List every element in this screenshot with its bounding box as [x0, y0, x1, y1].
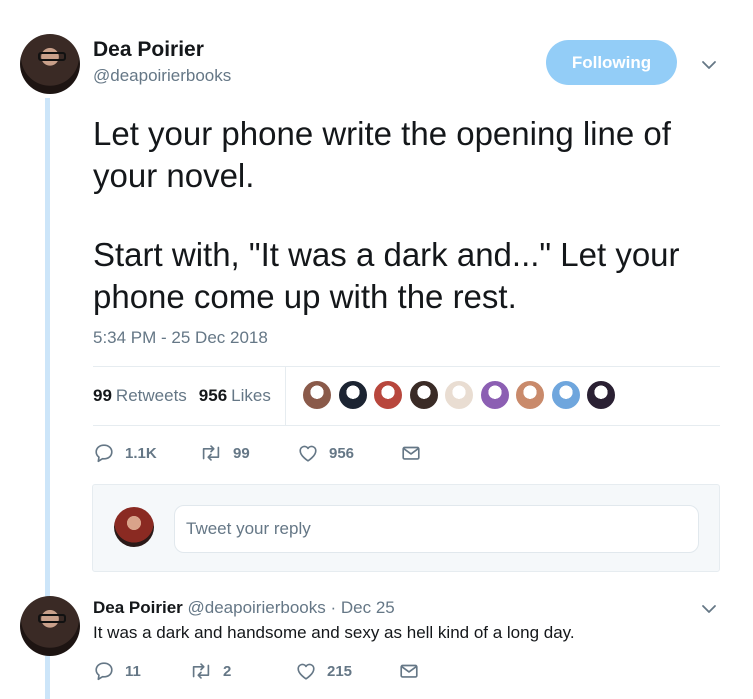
liker-avatar[interactable] [302, 380, 332, 410]
reply-author-handle[interactable]: @deapoirierbooks [188, 598, 326, 617]
chevron-down-icon[interactable] [700, 600, 718, 618]
liker-avatar[interactable] [550, 380, 581, 410]
tweet-timestamp[interactable]: 5:34 PM - 25 Dec 2018 [93, 328, 268, 348]
retweet-icon [192, 663, 210, 679]
envelope-icon [400, 664, 418, 678]
reply-date[interactable]: Dec 25 [341, 598, 395, 617]
retweet-count: 2 [223, 662, 232, 680]
direct-message-action[interactable] [398, 660, 430, 682]
liker-avatar[interactable] [444, 380, 474, 410]
liker-avatars [302, 380, 622, 410]
tweet-stats: 99 Retweets 956 Likes [93, 386, 283, 406]
like-action[interactable]: 215 [295, 660, 398, 682]
retweets-count: 99 [93, 386, 112, 405]
likes-stat[interactable]: 956 Likes [199, 386, 271, 406]
retweet-action[interactable]: 99 [199, 442, 297, 464]
reply-action[interactable]: 1.1K [93, 442, 199, 464]
likes-label: Likes [231, 386, 271, 405]
direct-message-action[interactable] [400, 442, 432, 464]
following-button[interactable]: Following [546, 40, 677, 85]
like-count: 956 [329, 444, 355, 462]
tweet-text: Let your phone write the opening line of… [93, 113, 723, 318]
reply-composer [92, 484, 720, 572]
liker-avatar[interactable] [373, 380, 403, 410]
liker-avatar[interactable] [337, 380, 368, 410]
tweet-paragraph: Let your phone write the opening line of… [93, 115, 671, 194]
reply-header: Dea Poirier @deapoirierbooks · Dec 25 [93, 598, 395, 618]
author-avatar[interactable] [20, 34, 80, 94]
stats-separator [285, 366, 286, 425]
heart-icon [299, 445, 317, 462]
tweet-paragraph: Start with, "It was a dark and..." Let y… [93, 236, 680, 315]
reply-input[interactable] [174, 505, 699, 553]
retweet-count: 99 [233, 444, 250, 462]
envelope-icon [402, 446, 420, 460]
retweet-action[interactable]: 2 [189, 660, 295, 682]
reply-actions: 11 2 215 [93, 660, 430, 682]
reply-count: 11 [125, 662, 141, 680]
tweet-actions: 1.1K 99 956 [93, 442, 432, 464]
divider [93, 425, 720, 426]
heart-icon [297, 663, 315, 680]
retweets-label: Retweets [115, 386, 187, 405]
chevron-down-icon[interactable] [700, 56, 718, 74]
reply-icon [95, 444, 113, 463]
liker-avatar[interactable] [515, 380, 545, 410]
reply-author-avatar[interactable] [20, 596, 80, 656]
divider [93, 366, 720, 367]
like-action[interactable]: 956 [297, 442, 400, 464]
likes-count: 956 [198, 386, 228, 405]
reply-count: 1.1K [125, 444, 157, 462]
liker-avatar[interactable] [479, 380, 510, 410]
author-handle[interactable]: @deapoirierbooks [93, 66, 231, 86]
reply-text: It was a dark and handsome and sexy as h… [93, 623, 575, 642]
retweets-stat[interactable]: 99 Retweets [93, 386, 187, 406]
liker-avatar[interactable] [408, 380, 439, 410]
reply-icon [95, 662, 113, 681]
reply-action[interactable]: 11 [93, 660, 189, 682]
reply-separator: · [330, 598, 337, 617]
retweet-icon [202, 445, 220, 461]
like-count: 215 [327, 662, 353, 680]
liker-avatar[interactable] [586, 380, 616, 410]
author-name[interactable]: Dea Poirier [93, 38, 204, 62]
reply-author-name[interactable]: Dea Poirier [93, 598, 183, 617]
user-avatar[interactable] [114, 507, 154, 547]
